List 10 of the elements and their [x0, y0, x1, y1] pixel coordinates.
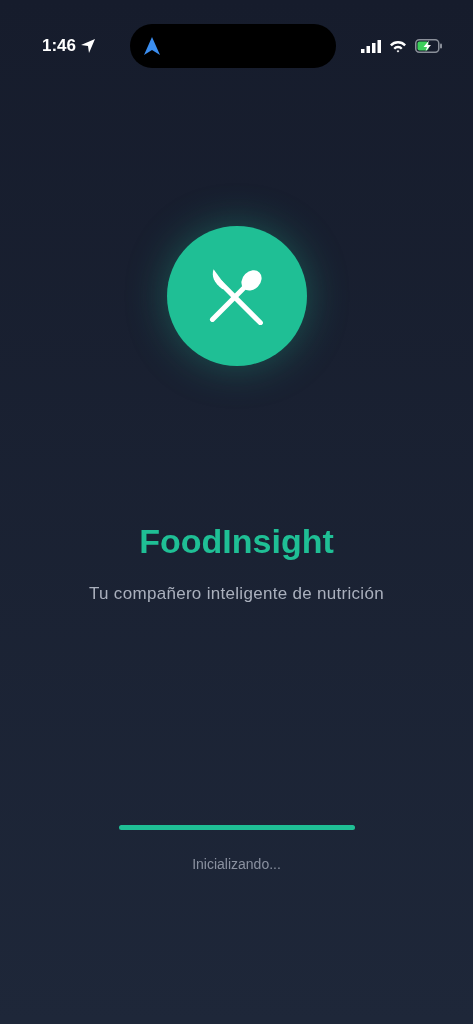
app-tagline: Tu compañero inteligente de nutrición	[89, 583, 384, 605]
app-title: FoodInsight	[139, 521, 334, 562]
battery-charging-icon	[415, 39, 443, 53]
status-time: 1:46	[42, 35, 77, 58]
navigation-arrow-icon	[144, 37, 161, 55]
signal-icon	[361, 39, 381, 53]
loading-status: Inicializando...	[192, 854, 281, 874]
wifi-icon	[389, 39, 407, 53]
knife-spoon-icon	[208, 267, 265, 325]
location-arrow-icon	[80, 38, 97, 54]
